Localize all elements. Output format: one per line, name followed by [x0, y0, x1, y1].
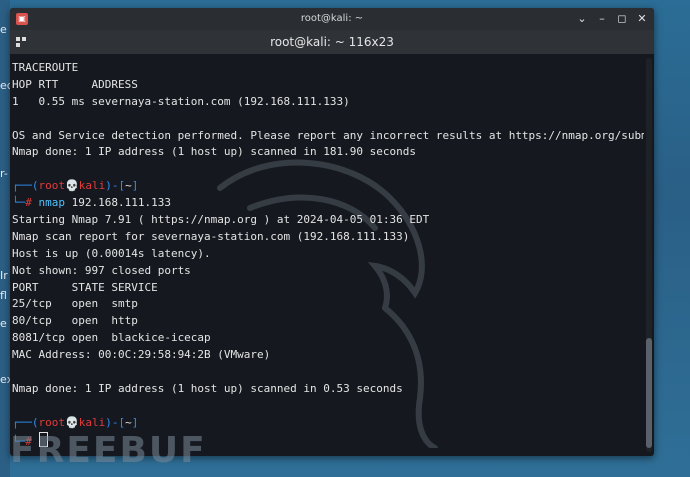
- prompt-path: ~: [125, 179, 132, 193]
- window-controls: ⌄ – ◻ ✕: [576, 12, 648, 25]
- desktop-icon-label[interactable]: ed: [0, 80, 14, 92]
- terminal-line: OS and Service detection performed. Plea…: [12, 128, 644, 142]
- terminal-line: ┌──(root💀kali)-[~]: [12, 178, 644, 195]
- terminal-line: Nmap done: 1 IP address (1 host up) scan…: [12, 145, 416, 159]
- close-icon[interactable]: ✕: [636, 12, 648, 25]
- terminal-line: TRACEROUTE: [12, 61, 79, 74]
- desktop-icon-label[interactable]: e: [0, 318, 10, 330]
- terminal-line: PORT STATE SERVICE: [12, 280, 158, 294]
- window-titlebar[interactable]: ▣ root@kali: ~ ⌄ – ◻ ✕: [10, 8, 654, 30]
- prompt-host: kali: [78, 179, 106, 193]
- terminal-tabbar: root@kali: ~ 116x23: [10, 30, 654, 54]
- terminal-line: Nmap done: 1 IP address (1 host up) scan…: [12, 381, 403, 395]
- terminal-window[interactable]: ▣ root@kali: ~ ⌄ – ◻ ✕ root@kali: ~ 116x…: [10, 8, 654, 456]
- terminal-line: Starting Nmap 7.91 ( https://nmap.org ) …: [12, 213, 430, 227]
- prompt-hash: #: [25, 196, 32, 210]
- terminal-line: 25/tcp open smtp: [12, 297, 138, 311]
- terminal-line: 80/tcp open http: [12, 314, 138, 328]
- prompt-box-left: ┌──(: [12, 415, 39, 429]
- prompt-box-mid: )-[: [105, 415, 126, 429]
- desktop-icon-label[interactable]: r-: [0, 168, 10, 180]
- command-args: 192.168.111.133: [65, 196, 171, 210]
- terminal-scrollbar[interactable]: [646, 58, 652, 452]
- scrollbar-thumb[interactable]: [646, 338, 652, 448]
- prompt-path: ~: [125, 415, 132, 429]
- prompt-box-right: ]: [131, 179, 139, 193]
- prompt-user: root: [38, 179, 66, 193]
- terminal-line: 8081/tcp open blackice-icecap: [12, 331, 211, 345]
- skull-icon: 💀: [65, 179, 79, 193]
- freebuf-watermark: FREEBUF: [10, 430, 207, 471]
- terminal-output[interactable]: TRACEROUTE HOP RTT ADDRESS 1 0.55 ms sever…: [10, 54, 644, 456]
- prompt-box-right: ]: [131, 415, 139, 429]
- terminal-line: 1 0.55 ms severnaya-station.com (192.168…: [12, 94, 350, 108]
- minimize-icon[interactable]: –: [596, 12, 608, 25]
- prompt-box-bottom: └─: [12, 196, 26, 210]
- terminal-line: Nmap scan report for severnaya-station.c…: [12, 229, 410, 243]
- terminal-line: Not shown: 997 closed ports: [12, 263, 191, 277]
- tab-title: root@kali: ~ 116x23: [270, 35, 394, 49]
- terminal-line: Host is up (0.00014s latency).: [12, 246, 211, 260]
- window-title: root@kali: ~: [300, 13, 364, 24]
- chevron-down-icon[interactable]: ⌄: [576, 12, 588, 25]
- desktop-icon-label[interactable]: ex: [0, 374, 13, 386]
- prompt-host: kali: [78, 415, 106, 429]
- prompt-user: root: [38, 415, 66, 429]
- command-name: nmap: [31, 196, 65, 210]
- terminal-line: HOP RTT ADDRESS: [12, 77, 138, 91]
- terminal-line: └─# nmap 192.168.111.133: [12, 195, 644, 212]
- maximize-icon[interactable]: ◻: [616, 12, 628, 25]
- desktop-icon-label[interactable]: e: [0, 24, 10, 36]
- desktop-icon-label[interactable]: Ir: [0, 270, 10, 282]
- prompt-box-mid: )-[: [105, 179, 126, 193]
- desktop-icon-label[interactable]: fl: [0, 290, 10, 302]
- desktop-left-strip: e ed r- Ir fl e ex: [0, 0, 14, 477]
- skull-icon: 💀: [65, 415, 79, 429]
- terminal-line: MAC Address: 00:0C:29:58:94:2B (VMware): [12, 348, 271, 362]
- prompt-box-left: ┌──(: [12, 179, 39, 193]
